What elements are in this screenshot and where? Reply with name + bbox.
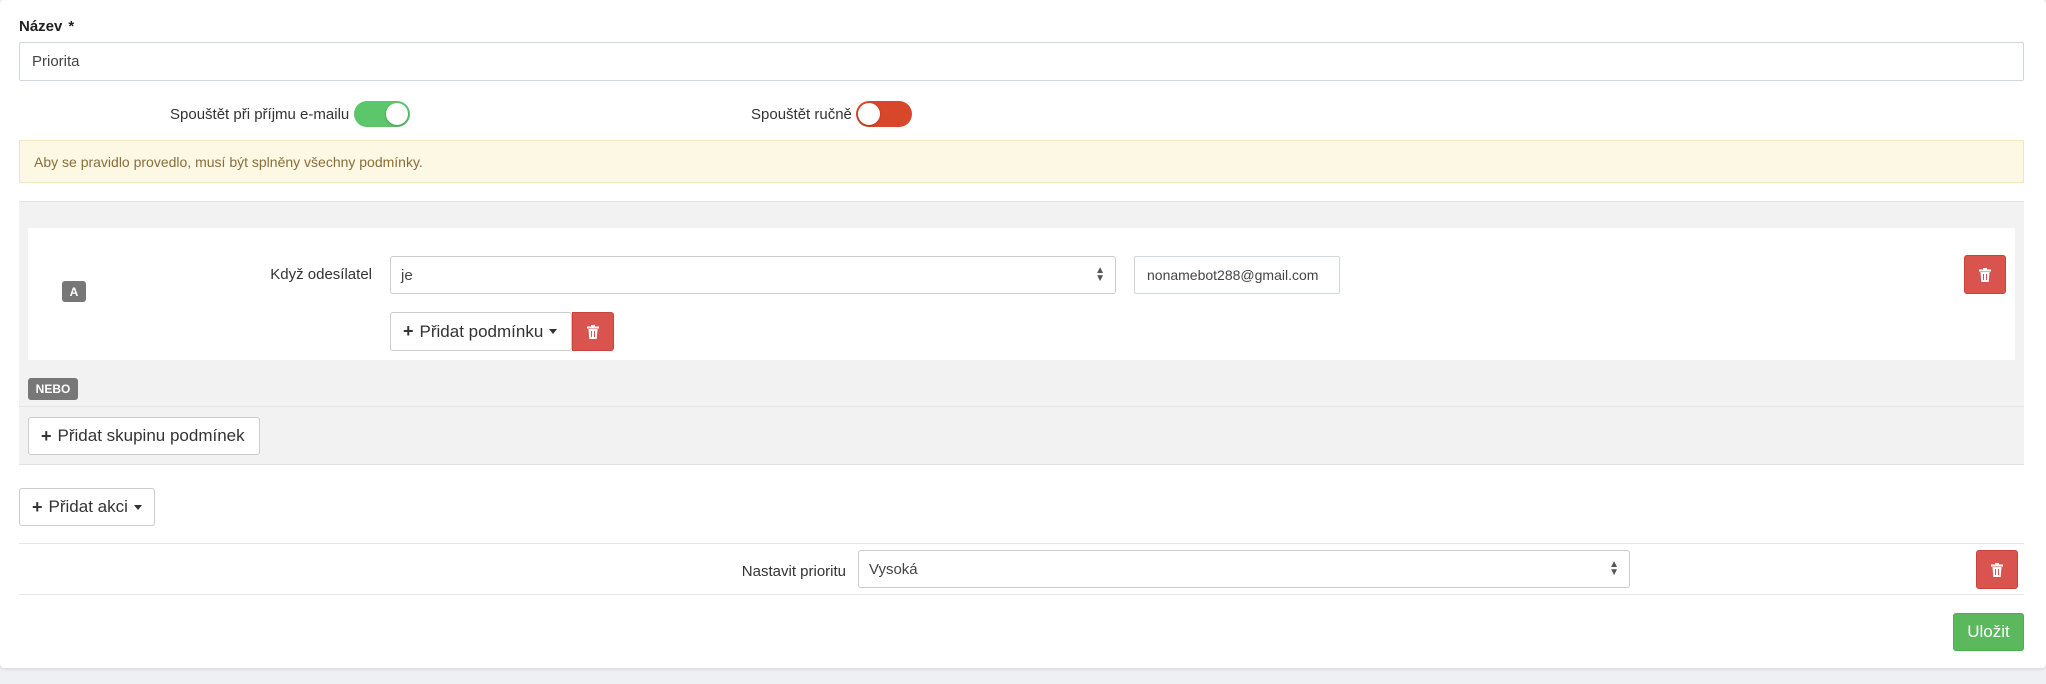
- add-condition-button[interactable]: + Přidat podmínku: [390, 312, 572, 351]
- toggle-on-email[interactable]: [354, 101, 410, 127]
- toggle-knob: [386, 103, 408, 125]
- delete-condition-button[interactable]: [572, 312, 614, 351]
- add-action-label: Přidat akci: [48, 497, 128, 516]
- select-arrows-icon: ▲ ▼: [1095, 265, 1105, 284]
- name-label: Název *: [19, 18, 74, 35]
- group-badge: A: [62, 281, 86, 302]
- toggle-manual[interactable]: [856, 101, 912, 127]
- or-badge: NEBO: [28, 378, 78, 400]
- add-condition-group-button[interactable]: + Přidat skupinu podmínek: [28, 417, 260, 455]
- trash-icon: [587, 324, 599, 339]
- trash-icon: [1991, 562, 2003, 577]
- priority-value: Vysoká: [869, 560, 918, 578]
- add-condition-label: Přidat podmínku: [419, 321, 544, 341]
- add-group-label: Přidat skupinu podmínek: [57, 426, 245, 445]
- delete-group-button[interactable]: [1964, 255, 2006, 294]
- condition-value: nonamebot288@gmail.com: [1147, 267, 1319, 283]
- add-action-button[interactable]: + Přidat akci: [19, 488, 155, 526]
- divider: [19, 406, 2024, 407]
- condition-field-label: Když odesílatel: [270, 266, 372, 283]
- operator-value: je: [401, 266, 413, 284]
- conditions-info-alert: Aby se pravidlo provedlo, musí být splně…: [19, 140, 2024, 183]
- divider: [19, 594, 2024, 595]
- name-label-text: Název: [19, 18, 63, 35]
- trash-icon: [1979, 267, 1991, 282]
- condition-value-input[interactable]: nonamebot288@gmail.com: [1134, 256, 1340, 294]
- toggle-knob: [858, 103, 880, 125]
- condition-group: [28, 228, 2015, 360]
- priority-select[interactable]: Vysoká ▲ ▼: [858, 550, 1630, 588]
- name-input[interactable]: Priorita: [19, 42, 2024, 81]
- divider: [19, 543, 2024, 544]
- plus-icon: +: [32, 496, 43, 517]
- required-mark: *: [68, 18, 75, 35]
- action-label: Nastavit prioritu: [741, 563, 846, 580]
- delete-action-button[interactable]: [1976, 550, 2018, 589]
- name-input-value: Priorita: [32, 53, 80, 70]
- condition-operator-select[interactable]: je ▲ ▼: [390, 256, 1116, 294]
- toggle-manual-label: Spouštět ručně: [751, 106, 852, 123]
- toggle-on-email-label: Spouštět při příjmu e-mailu: [170, 106, 350, 123]
- plus-icon: +: [41, 425, 52, 446]
- rule-form-panel: Název * Priorita Spouštět při příjmu e-ma…: [0, 0, 2046, 668]
- select-arrows-icon: ▲ ▼: [1609, 559, 1619, 578]
- plus-icon: +: [403, 321, 414, 341]
- alert-text: Aby se pravidlo provedlo, musí být splně…: [34, 153, 423, 170]
- caret-down-icon: [549, 329, 558, 334]
- save-button[interactable]: Uložit: [1953, 613, 2024, 651]
- caret-down-icon: [133, 504, 142, 510]
